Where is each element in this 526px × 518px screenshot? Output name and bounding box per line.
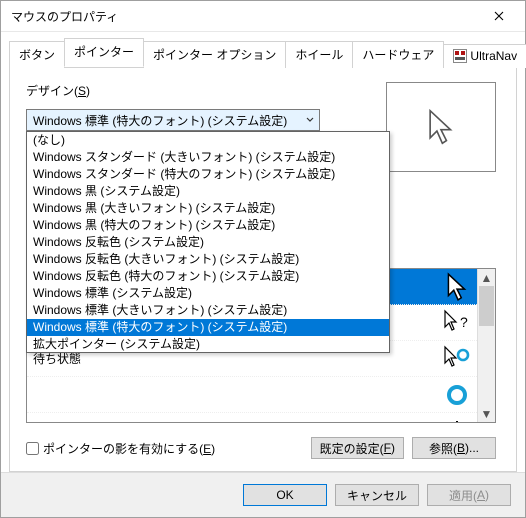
scheme-option[interactable]: Windows 標準 (大きいフォント) (システム設定) bbox=[27, 302, 389, 319]
cursor-arrow-icon bbox=[443, 272, 471, 302]
cursor-preview bbox=[386, 82, 496, 172]
scheme-option[interactable]: Windows 黒 (大きいフォント) (システム設定) bbox=[27, 200, 389, 217]
tab-wheel[interactable]: ホイール bbox=[285, 41, 353, 68]
close-icon bbox=[494, 11, 504, 21]
mouse-properties-window: マウスのプロパティ ボタン ポインター ポインター オプション ホイール ハード… bbox=[0, 0, 526, 518]
scheme-option[interactable]: Windows 黒 (システム設定) bbox=[27, 183, 389, 200]
scheme-buttons: 既定の設定(F) 参照(B)... bbox=[311, 437, 496, 459]
scheme-option[interactable]: Windows 反転色 (大きいフォント) (システム設定) bbox=[27, 251, 389, 268]
pointer-shadow-label: ポインターの影を有効にする(E) bbox=[43, 440, 215, 457]
crosshair-icon bbox=[443, 420, 471, 424]
cursor-list-row[interactable] bbox=[27, 377, 477, 413]
scheme-option[interactable]: Windows 反転色 (システム設定) bbox=[27, 234, 389, 251]
scheme-combobox[interactable]: Windows 標準 (特大のフォント) (システム設定) bbox=[26, 109, 320, 131]
busy-ring-icon bbox=[443, 383, 471, 407]
pointer-shadow-row: ポインターの影を有効にする(E) bbox=[26, 440, 215, 457]
tab-content-pointers: デザイン(S) Windows 標準 (特大のフォント) (システム設定) (な… bbox=[9, 68, 517, 472]
scheme-option[interactable]: Windows 黒 (特大のフォント) (システム設定) bbox=[27, 217, 389, 234]
cursor-list-row[interactable]: 領域選択 bbox=[27, 413, 477, 423]
tab-pointers[interactable]: ポインター bbox=[64, 38, 144, 67]
scheme-option[interactable]: (なし) bbox=[27, 132, 389, 149]
ok-button[interactable]: OK bbox=[243, 484, 327, 506]
dialog-button-row: OK キャンセル 適用(A) bbox=[1, 472, 525, 517]
titlebar: マウスのプロパティ bbox=[1, 1, 525, 32]
scheme-option[interactable]: Windows 反転色 (特大のフォント) (システム設定) bbox=[27, 268, 389, 285]
cursor-list-scrollbar[interactable]: ▲ ▼ bbox=[477, 269, 495, 422]
scheme-option[interactable]: Windows スタンダード (特大のフォント) (システム設定) bbox=[27, 166, 389, 183]
scroll-down-arrow-icon[interactable]: ▼ bbox=[478, 405, 495, 422]
apply-button[interactable]: 適用(A) bbox=[427, 484, 511, 506]
scheme-option[interactable]: 拡大ポインター (システム設定) bbox=[27, 336, 389, 353]
pointer-shadow-checkbox[interactable] bbox=[26, 442, 39, 455]
tab-hardware[interactable]: ハードウェア bbox=[352, 41, 444, 68]
cursor-busy-icon bbox=[443, 345, 471, 373]
tab-ultranav[interactable]: UltraNav bbox=[443, 44, 526, 68]
svg-text:?: ? bbox=[460, 314, 468, 330]
window-title: マウスのプロパティ bbox=[11, 8, 477, 25]
tab-buttons[interactable]: ボタン bbox=[9, 41, 65, 68]
scroll-thumb[interactable] bbox=[479, 286, 494, 326]
browse-button[interactable]: 参照(B)... bbox=[412, 437, 496, 459]
cancel-button[interactable]: キャンセル bbox=[335, 484, 419, 506]
scheme-option[interactable]: Windows スタンダード (大きいフォント) (システム設定) bbox=[27, 149, 389, 166]
ultranav-icon bbox=[453, 49, 467, 63]
close-button[interactable] bbox=[477, 2, 521, 30]
scheme-dropdown-list[interactable]: (なし) Windows スタンダード (大きいフォント) (システム設定) W… bbox=[26, 131, 390, 353]
tab-strip: ボタン ポインター ポインター オプション ホイール ハードウェア UltraN… bbox=[9, 38, 517, 68]
cursor-arrow-icon bbox=[427, 108, 455, 146]
cursor-row-label: 領域選択 bbox=[33, 422, 443, 423]
scheme-option[interactable]: Windows 標準 (特大のフォント) (システム設定) bbox=[27, 319, 389, 336]
scheme-selected-text: Windows 標準 (特大のフォント) (システム設定) bbox=[27, 112, 301, 129]
use-default-button[interactable]: 既定の設定(F) bbox=[311, 437, 404, 459]
chevron-down-icon bbox=[301, 110, 319, 130]
cursor-help-icon: ? bbox=[443, 309, 471, 337]
tab-pointer-options[interactable]: ポインター オプション bbox=[143, 41, 286, 68]
scroll-up-arrow-icon[interactable]: ▲ bbox=[478, 269, 495, 286]
scheme-option[interactable]: Windows 標準 (システム設定) bbox=[27, 285, 389, 302]
